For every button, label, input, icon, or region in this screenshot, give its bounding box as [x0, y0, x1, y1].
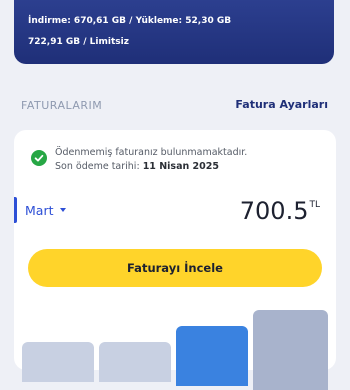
- month-label: Mart: [25, 202, 54, 218]
- amount-value: 700.5: [239, 197, 309, 225]
- month-accent-bar: [14, 197, 17, 223]
- due-date-row: Son ödeme tarihi: 11 Nisan 2025: [55, 160, 247, 174]
- bill-history-bar[interactable]: [22, 342, 94, 382]
- invoice-settings-link[interactable]: Fatura Ayarları: [235, 98, 328, 111]
- status-message: Ödenmemiş faturanız bulunmamaktadır.: [55, 147, 248, 158]
- bill-history-bar[interactable]: [253, 310, 328, 390]
- due-date-label: Son ödeme tarihi:: [55, 161, 140, 172]
- page-title: FATURALARIM: [21, 99, 103, 112]
- chevron-down-icon: [59, 208, 66, 212]
- current-bill-card: Ödenmemiş faturanız bulunmamaktadır. Son…: [14, 130, 336, 390]
- usage-total-limit: 722,91 GB / Limitsiz: [28, 37, 129, 47]
- currency-label: TL: [309, 200, 320, 210]
- bill-history-bar[interactable]: [99, 342, 171, 382]
- review-bill-button[interactable]: Faturayı İncele: [28, 249, 322, 287]
- invoices-header: FATURALARIM Fatura Ayarları: [0, 95, 350, 117]
- internet-usage-card: İndirme: 670,61 GB / Yükleme: 52,30 GB 7…: [14, 0, 334, 64]
- month-dropdown[interactable]: Mart: [25, 201, 66, 219]
- bill-amount: 700.5 TL: [240, 196, 320, 226]
- usage-download-upload: İndirme: 670,61 GB / Yükleme: 52,30 GB: [28, 16, 232, 26]
- due-date-value: 11 Nisan 2025: [142, 161, 219, 172]
- bill-history-bar-selected[interactable]: [176, 326, 248, 386]
- check-circle-icon: [31, 150, 47, 166]
- payment-status: Ödenmemiş faturanız bulunmamaktadır. Son…: [55, 146, 247, 174]
